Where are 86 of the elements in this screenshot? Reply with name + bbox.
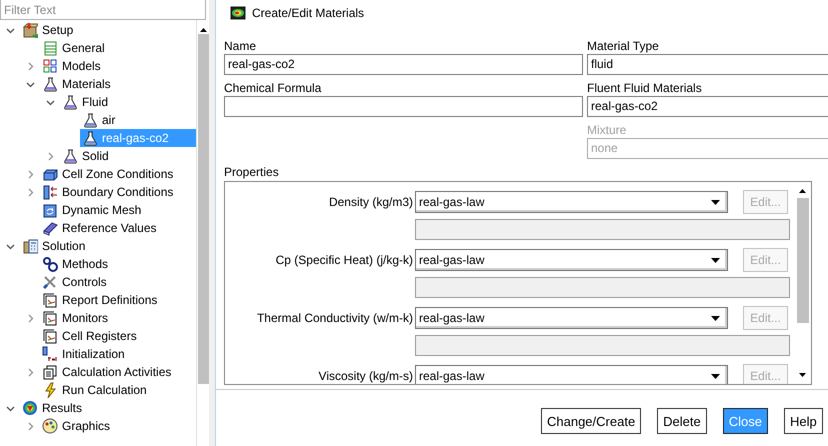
tree-item[interactable]: air [80,111,120,129]
expand-chevron-icon[interactable] [26,62,34,70]
input-field[interactable]: real-gas-co2 [224,54,583,75]
collapse-chevron-icon[interactable] [46,98,54,106]
flask-icon [62,94,78,110]
scroll-up-arrow-icon [200,28,206,32]
wrench-icon [42,274,58,290]
method-dropdown[interactable]: real-gas-law [415,191,728,213]
collapse-chevron-icon[interactable] [6,242,14,250]
tree-item[interactable]: Monitors [40,309,112,327]
dropdown-arrow-icon [711,316,720,320]
chart-document-icon [42,328,58,344]
tree-item[interactable]: Initialization [40,345,129,363]
tree-item[interactable]: Solution [20,237,90,255]
property-label: Viscosity (kg/m-s) [318,369,413,383]
tree-item[interactable]: Graphics [40,417,114,435]
tree-item[interactable]: Fluid [60,93,112,111]
list-icon [42,40,58,56]
tree-item[interactable]: Report Definitions [40,291,162,309]
tree-item[interactable]: Cell Registers [40,327,141,345]
flask-icon [82,112,98,128]
collapse-chevron-icon[interactable] [6,26,14,34]
field-label: Fluent Fluid Materials [587,80,703,96]
expand-chevron-icon[interactable] [26,314,34,322]
collapse-chevron-icon[interactable] [26,80,34,88]
dialog-button[interactable]: Change/Create [541,408,642,434]
gears-icon [42,256,58,272]
book-icon [42,220,58,236]
dialog-title: Create/Edit Materials [252,6,364,20]
dialog-button[interactable]: Help [784,408,823,434]
field-label: Mixture [587,122,628,138]
chart-document-icon [42,292,58,308]
tree-item[interactable]: Models [40,57,105,75]
input-field[interactable]: fluid [587,54,828,75]
section-label: Properties [224,164,280,180]
method-dropdown[interactable]: real-gas-law [415,249,728,271]
dialog-button[interactable]: Delete [657,408,707,434]
flask-icon [42,76,58,92]
contour-plot-icon [230,6,246,20]
boundary-icon [42,184,58,200]
squares-icon [42,58,58,74]
tree-item[interactable]: General [40,39,109,57]
input-field[interactable] [224,96,583,117]
filter-field[interactable]: Filter Text [0,0,206,20]
expand-chevron-icon[interactable] [46,152,54,160]
palette-icon [42,418,58,434]
tree-item[interactable]: Results [20,399,86,417]
scrollbar[interactable] [196,20,209,446]
tree-item[interactable]: Calculation Activities [40,363,176,381]
contour-sphere-icon [22,400,38,416]
property-label: Cp (Specific Heat) (j/kg-k) [274,253,413,267]
mesh-icon [42,202,58,218]
property-label: Density (kg/m3) [328,195,413,209]
field-label: Material Type [587,38,660,54]
property-label: Thermal Conductivity (w/m-k) [256,311,413,325]
field-label: Chemical Formula [224,80,322,96]
field-label: Name [224,38,258,54]
scroll-down-arrow-icon [799,373,806,377]
input-field[interactable]: real-gas-co2 [587,96,828,117]
tree-item[interactable]: Reference Values [40,219,160,237]
expand-chevron-icon[interactable] [26,188,34,196]
tree-item[interactable]: Solid [60,147,113,165]
expand-chevron-icon[interactable] [26,422,34,430]
tree-item[interactable]: Dynamic Mesh [40,201,146,219]
method-dropdown[interactable]: real-gas-law [415,365,728,384]
tree-item[interactable]: Cell Zone Conditions [40,165,178,183]
dropdown-arrow-icon [711,258,720,262]
tree-item[interactable]: Setup [20,21,78,39]
tree-item[interactable]: Controls [40,273,111,291]
tree-item[interactable]: Methods [40,255,112,273]
dropdown-arrow-icon [711,200,720,204]
tree-item[interactable]: Run Calculation [40,381,151,399]
collapse-chevron-icon[interactable] [6,404,14,412]
flask-icon [62,148,78,164]
flask-icon [82,130,98,146]
expand-chevron-icon[interactable] [26,170,34,178]
calculator-icon [22,238,38,254]
chart-document-icon [42,310,58,326]
expand-chevron-icon[interactable] [26,368,34,376]
method-dropdown[interactable]: real-gas-law [415,307,728,329]
dropdown-arrow-icon [711,374,720,378]
tree-item[interactable]: Materials [40,75,115,93]
tree-item[interactable]: Boundary Conditions [40,183,178,201]
lightning-icon [42,382,58,398]
scroll-up-arrow-icon [799,189,806,193]
documents-icon [42,364,58,380]
